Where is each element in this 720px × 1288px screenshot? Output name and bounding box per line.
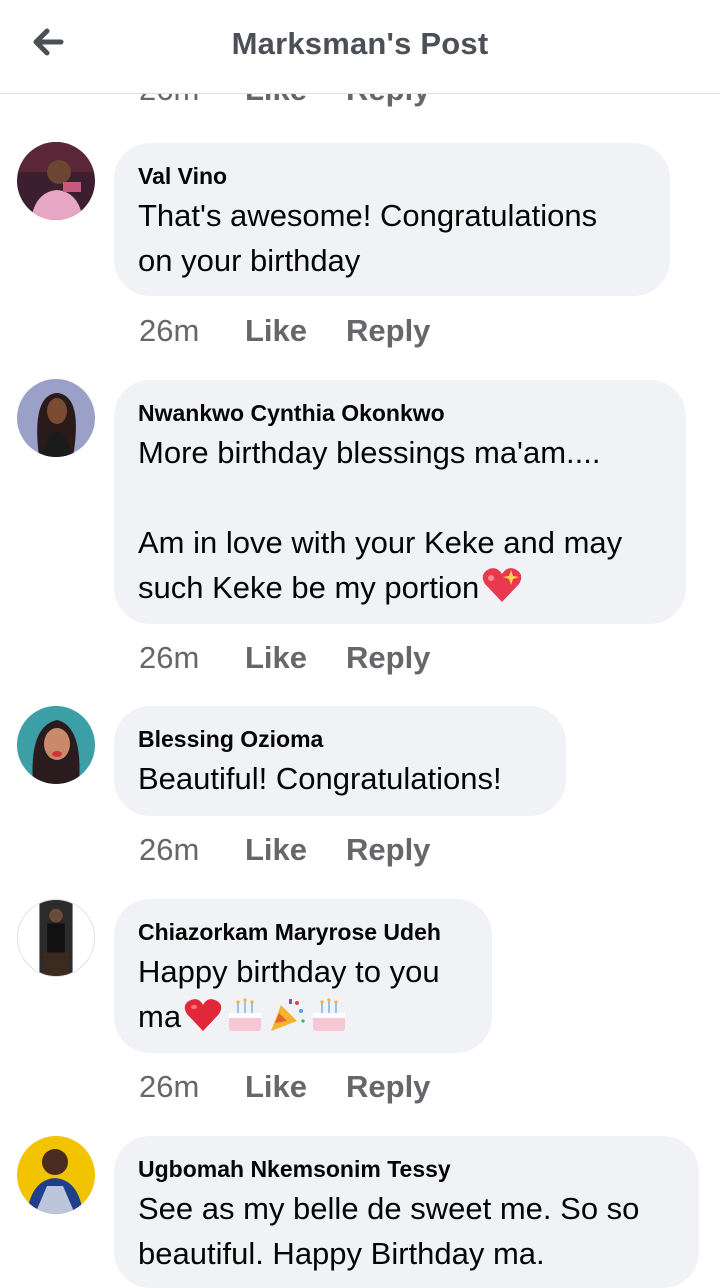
comment-text: That's awesome! Congratulations on your … — [138, 198, 598, 278]
comment-author[interactable]: Nwankwo Cynthia Okonkwo — [138, 398, 660, 428]
comment-timestamp: 26m — [139, 1069, 200, 1104]
page-title: Marksman's Post — [231, 26, 489, 61]
comment-timestamp: 26m — [139, 832, 200, 867]
like-button[interactable]: Like — [245, 313, 307, 349]
comment-bubble: Blessing Ozioma Beautiful! Congratulatio… — [114, 706, 566, 816]
comment-text-body: More birthday blessings ma'am.... Am in … — [138, 435, 623, 605]
comment-text: See as my belle de sweet me. So so beaut… — [138, 1191, 640, 1271]
like-button[interactable]: Like — [245, 640, 307, 676]
reply-button[interactable]: Reply — [346, 832, 430, 868]
top-app-bar: Marksman's Post — [0, 0, 720, 94]
comment-timestamp: 26m — [139, 313, 200, 348]
comment-timestamp: 26m — [139, 640, 200, 675]
avatar[interactable] — [17, 142, 95, 220]
avatar[interactable] — [17, 1136, 95, 1214]
like-button[interactable]: Like — [245, 1069, 307, 1105]
reply-button[interactable]: Reply — [346, 1069, 430, 1105]
party-popper-icon — [267, 997, 307, 1045]
sparkling-heart-icon — [481, 566, 523, 616]
birthday-cake-icon — [309, 997, 349, 1045]
comments-feed: 26m Like Reply Val Vino That's awesome! … — [0, 0, 720, 1288]
comment-bubble: Ugbomah Nkemsonim Tessy See as my belle … — [114, 1136, 699, 1288]
comment-text: Beautiful! Congratulations! — [138, 761, 502, 796]
avatar[interactable] — [17, 706, 95, 784]
comment-author[interactable]: Blessing Ozioma — [138, 724, 540, 754]
comment-author[interactable]: Val Vino — [138, 161, 644, 191]
avatar[interactable] — [17, 379, 95, 457]
comment-bubble: Chiazorkam Maryrose Udeh Happy birthday … — [114, 899, 492, 1053]
comment-bubble: Val Vino That's awesome! Congratulations… — [114, 143, 670, 296]
birthday-cake-icon — [225, 997, 265, 1045]
comment-text: More birthday blessings ma'am.... Am in … — [138, 430, 660, 616]
comment-text: Happy birthday to you ma — [138, 949, 466, 1045]
comment-author[interactable]: Chiazorkam Maryrose Udeh — [138, 917, 466, 947]
comment-bubble: Nwankwo Cynthia Okonkwo More birthday bl… — [114, 380, 686, 624]
red-heart-icon — [183, 997, 223, 1045]
avatar[interactable] — [17, 899, 95, 977]
reply-button[interactable]: Reply — [346, 640, 430, 676]
comment-author[interactable]: Ugbomah Nkemsonim Tessy — [138, 1154, 673, 1184]
like-button[interactable]: Like — [245, 832, 307, 868]
reply-button[interactable]: Reply — [346, 313, 430, 349]
